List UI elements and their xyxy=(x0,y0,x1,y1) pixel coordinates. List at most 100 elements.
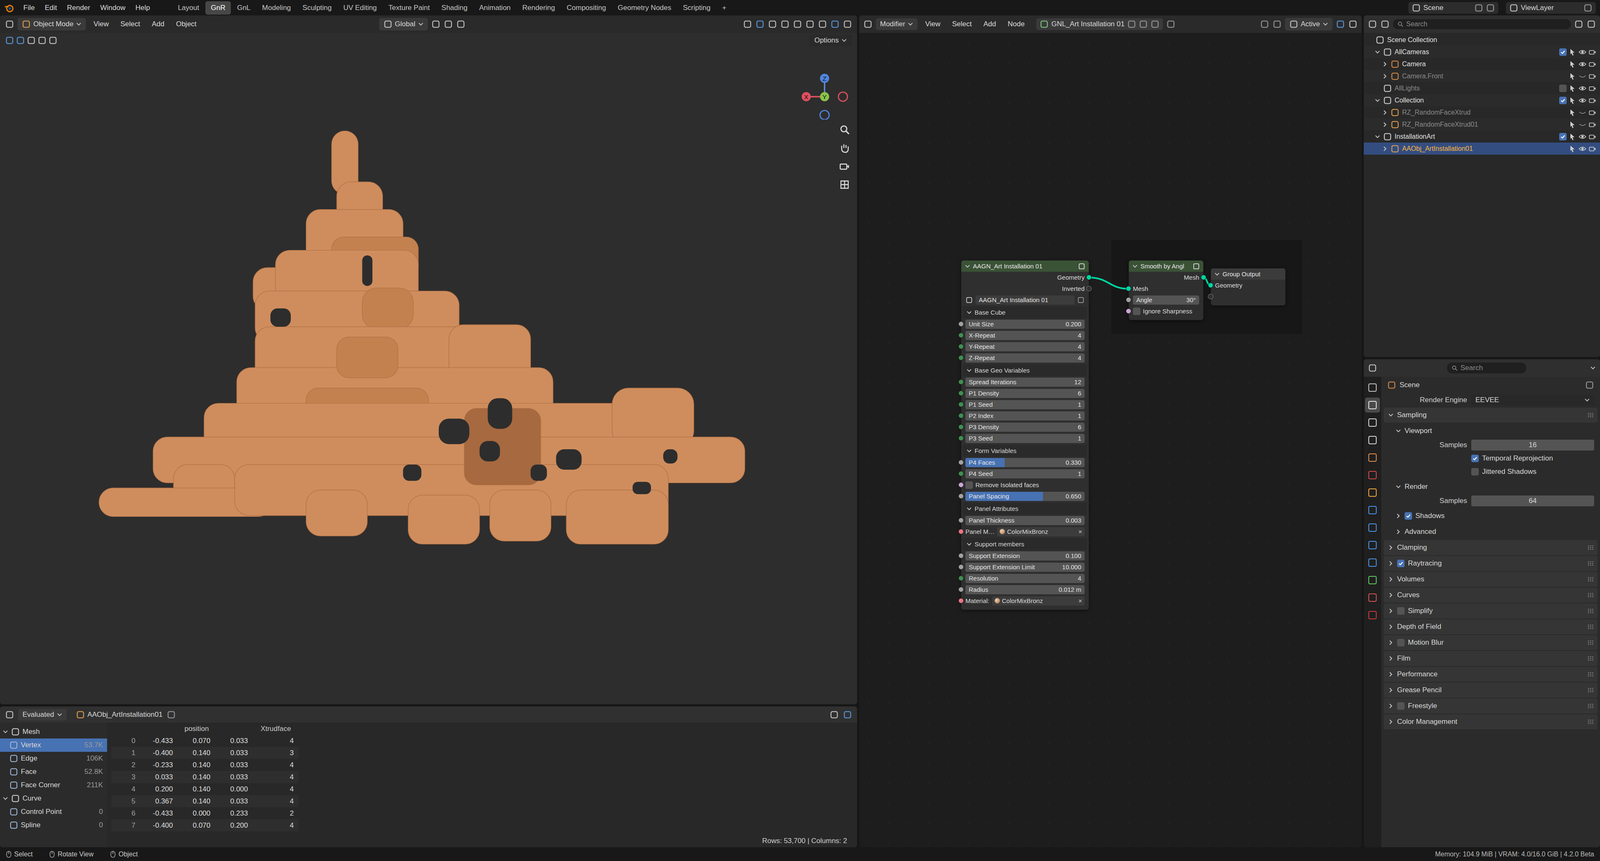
collapse-icon[interactable] xyxy=(966,367,973,374)
eye-open-icon[interactable] xyxy=(1578,60,1587,69)
properties-tab[interactable] xyxy=(1365,572,1380,588)
pivot-icon[interactable] xyxy=(431,19,441,29)
node-tree-icon[interactable] xyxy=(1039,19,1049,29)
material-field[interactable]: ColorMixBronz× xyxy=(997,527,1085,537)
workspace-tab[interactable]: GnR xyxy=(205,1,231,15)
menu-item[interactable]: Edit xyxy=(40,2,61,14)
collection-icon[interactable] xyxy=(1382,83,1393,93)
drag-handle-icon[interactable] xyxy=(1587,608,1594,614)
collapse-icon[interactable] xyxy=(1395,427,1402,434)
properties-panel[interactable]: Film xyxy=(1383,650,1598,666)
camera-icon[interactable] xyxy=(837,158,853,174)
checkbox[interactable] xyxy=(1397,702,1405,710)
input-socket[interactable] xyxy=(958,482,964,488)
expand-icon[interactable] xyxy=(1387,655,1394,662)
collapse-icon[interactable] xyxy=(966,505,973,512)
collapse-icon[interactable] xyxy=(841,37,848,44)
column-header[interactable]: position xyxy=(140,722,253,735)
outliner-row[interactable]: Collection xyxy=(1363,94,1600,107)
add-workspace-button[interactable]: + xyxy=(716,1,732,15)
display-mode-icon[interactable] xyxy=(1380,19,1390,29)
workspace-tab[interactable]: Compositing xyxy=(561,1,612,15)
properties-tab[interactable] xyxy=(1365,450,1380,465)
select-new-icon[interactable] xyxy=(15,35,25,45)
pivot-icon[interactable] xyxy=(1289,19,1299,29)
proportional-icon[interactable] xyxy=(456,19,466,29)
node-panel-header[interactable]: Panel Attributes xyxy=(962,502,1088,515)
shading-options-icon[interactable] xyxy=(842,19,853,29)
pin-icon[interactable] xyxy=(166,710,176,720)
node-group-icon[interactable] xyxy=(1077,262,1086,270)
installation-model[interactable] xyxy=(0,32,858,705)
expand-icon[interactable] xyxy=(1382,121,1388,128)
checkbox[interactable] xyxy=(1397,607,1405,615)
checkbox[interactable] xyxy=(1471,454,1479,463)
workspace-tab[interactable]: Rendering xyxy=(517,1,561,15)
number-field[interactable]: Panel Thickness0.003 xyxy=(965,515,1085,525)
expand-icon[interactable] xyxy=(1387,687,1394,693)
drag-handle-icon[interactable] xyxy=(1587,412,1594,418)
scene-icon[interactable] xyxy=(1387,380,1397,390)
expand-icon[interactable] xyxy=(1395,512,1402,519)
workspace-tab[interactable]: Layout xyxy=(172,1,205,15)
node-panel-header[interactable]: Base Cube xyxy=(962,306,1088,319)
orientation-dropdown[interactable]: Global xyxy=(379,17,428,31)
properties-panel[interactable]: Freestyle xyxy=(1383,698,1598,714)
workspace-tab[interactable]: Geometry Nodes xyxy=(612,1,678,15)
expand-icon[interactable] xyxy=(1387,592,1394,598)
domain-item[interactable]: Face 52.8K xyxy=(0,765,108,779)
orientation-icon[interactable] xyxy=(383,19,393,29)
node-tree-icon[interactable] xyxy=(965,296,973,304)
node-panel-header[interactable]: Base Geo Variables xyxy=(962,364,1088,377)
expand-icon[interactable] xyxy=(1387,544,1394,551)
domain-icon[interactable] xyxy=(9,740,19,750)
input-socket[interactable] xyxy=(958,379,964,385)
eye-closed-icon[interactable] xyxy=(1578,108,1587,117)
select-invert-icon[interactable] xyxy=(48,35,58,45)
input-socket[interactable] xyxy=(958,528,964,535)
input-socket[interactable] xyxy=(958,343,964,350)
group-output-node[interactable]: Group Output Geometry xyxy=(1210,268,1286,306)
number-field[interactable]: 64 xyxy=(1471,495,1595,507)
object-icon[interactable] xyxy=(1390,107,1400,118)
object-breadcrumb[interactable]: AAObj_ArtInstallation01 xyxy=(75,710,163,720)
clear-button[interactable]: × xyxy=(1078,597,1083,605)
input-socket[interactable] xyxy=(958,401,964,408)
input-socket[interactable] xyxy=(958,564,964,570)
options-button[interactable]: Options xyxy=(809,34,853,47)
checkbox[interactable] xyxy=(1397,559,1405,568)
select-extend-icon[interactable] xyxy=(26,35,36,45)
node-menu[interactable]: Add xyxy=(979,18,1000,30)
checkbox[interactable] xyxy=(1559,96,1567,105)
object-icon[interactable] xyxy=(1390,144,1400,154)
camera-icon[interactable] xyxy=(1390,71,1400,81)
rendered-icon[interactable] xyxy=(830,19,840,29)
collapse-icon[interactable] xyxy=(75,21,82,28)
domain-item[interactable]: Edge 106K xyxy=(0,751,108,765)
editor-type-icon[interactable] xyxy=(1367,363,1378,373)
outliner-search[interactable]: Search xyxy=(1392,19,1571,30)
xray-icon[interactable] xyxy=(780,19,790,29)
input-socket[interactable] xyxy=(1125,297,1132,303)
input-socket[interactable] xyxy=(1125,308,1132,314)
drag-handle-icon[interactable] xyxy=(1587,592,1594,598)
scene-icon[interactable] xyxy=(1411,3,1421,13)
selectable-icon[interactable] xyxy=(1568,132,1577,141)
domain-icon[interactable] xyxy=(10,793,20,803)
menu-item[interactable]: File xyxy=(19,2,39,14)
editor-type-icon[interactable] xyxy=(863,19,873,29)
selectable-icon[interactable] xyxy=(1568,96,1577,105)
outliner-row[interactable]: InstallationArt xyxy=(1363,130,1600,143)
collapse-icon[interactable] xyxy=(1584,397,1590,403)
snap-icon[interactable] xyxy=(1260,19,1270,29)
number-field[interactable]: Support Extension0.100 xyxy=(965,551,1085,561)
expand-icon[interactable] xyxy=(1382,73,1388,80)
input-socket[interactable] xyxy=(958,390,964,396)
overlay-icon[interactable] xyxy=(767,19,778,29)
camera-icon[interactable] xyxy=(1390,59,1400,69)
menu-item[interactable]: Window xyxy=(95,2,130,14)
properties-panel[interactable]: Simplify xyxy=(1383,603,1598,619)
properties-panel[interactable]: Advanced xyxy=(1383,524,1598,540)
unlink-icon[interactable] xyxy=(1150,19,1160,29)
checkbox[interactable] xyxy=(1559,84,1567,93)
